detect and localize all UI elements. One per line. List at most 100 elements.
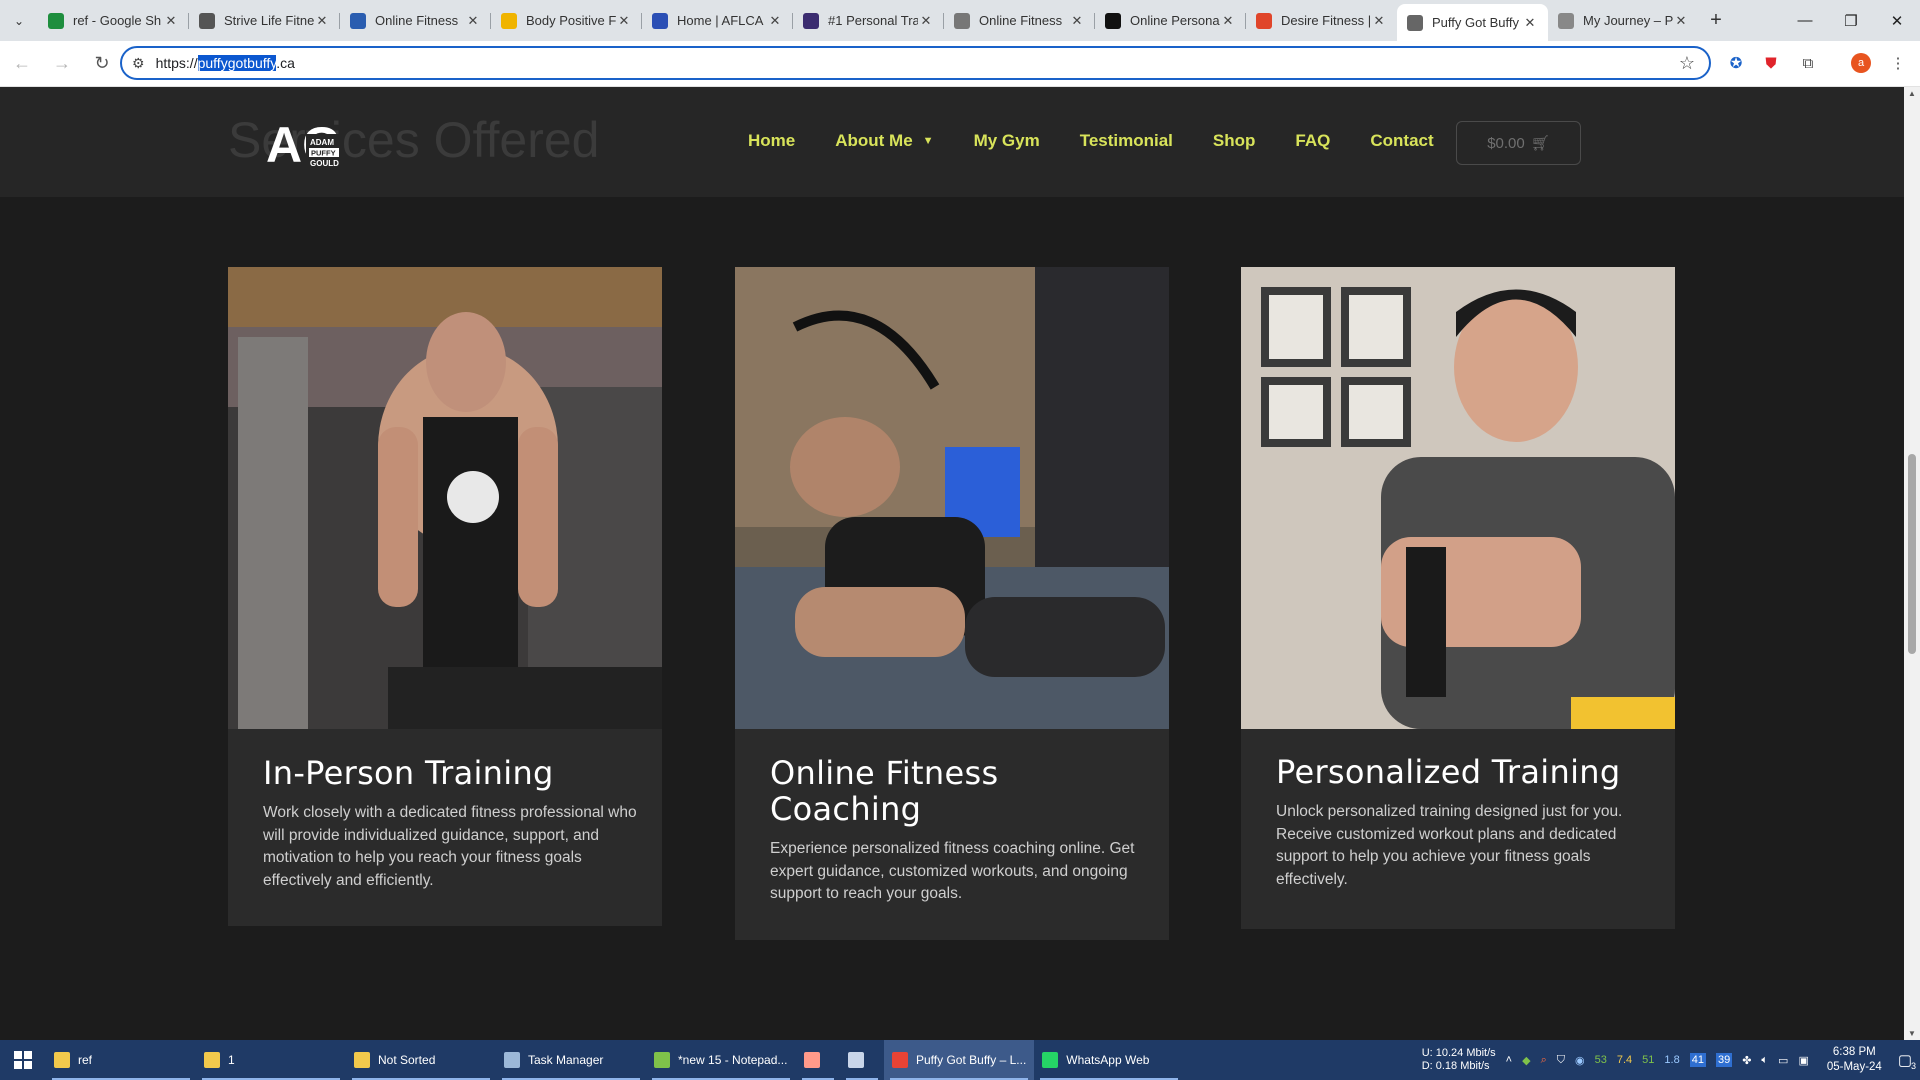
logo-text-line1: ADAM [310, 138, 334, 147]
reload-button[interactable]: ↻ [84, 46, 120, 82]
url-text[interactable]: https://puffygotbuffy.ca [156, 55, 295, 71]
nav-link-contact[interactable]: Contact [1370, 131, 1433, 151]
taskbar-item[interactable] [796, 1040, 840, 1080]
trainer-photo-personalized [1241, 267, 1675, 729]
service-card-online-coaching: Online Fitness Coaching Experience perso… [735, 267, 1169, 940]
taskbar-item[interactable]: WhatsApp Web [1034, 1040, 1184, 1080]
close-tab-icon[interactable]: ✕ [918, 13, 934, 29]
close-tab-icon[interactable]: ✕ [1522, 15, 1538, 31]
close-tab-icon[interactable]: ✕ [1069, 13, 1085, 29]
tray-app-icon[interactable]: ◆ [1522, 1054, 1530, 1067]
cart-button[interactable]: $0.00 🛒︎ [1456, 121, 1581, 165]
close-tab-icon[interactable]: ✕ [314, 13, 330, 29]
shield-extension-icon[interactable]: ⛊ [1759, 51, 1783, 75]
browser-tab[interactable]: Puffy Got Buffy ✕ [1397, 4, 1548, 41]
clock-time: 6:38 PM [1832, 1046, 1876, 1058]
chevron-down-icon[interactable]: ▼ [923, 135, 934, 147]
notepad-icon [654, 1052, 670, 1068]
new-tab-button[interactable]: + [1699, 4, 1733, 37]
taskbar-item[interactable]: Puffy Got Buffy – L... [884, 1040, 1035, 1080]
clock[interactable]: 6:38 PM 05-May-24 [1827, 1045, 1882, 1075]
tray-stat-1: 53 [1594, 1054, 1607, 1066]
browser-tab[interactable]: Online Fitness ✕ [340, 4, 491, 37]
network-icon[interactable]: ▣ [1798, 1054, 1808, 1067]
taskbar-item[interactable]: Task Manager [496, 1040, 646, 1080]
notification-center-icon[interactable]: ▢ 3 [1898, 1051, 1916, 1071]
close-tab-icon[interactable]: ✕ [163, 13, 179, 29]
site-settings-icon[interactable]: ⚙ [132, 55, 145, 72]
service-description: Work closely with a dedicated fitness pr… [263, 804, 637, 889]
volume-icon[interactable]: 🔈︎ [1761, 1054, 1768, 1067]
browser-toolbar: ← → ↻ ⚙ https://puffygotbuffy.ca ☆ ✪ ⛊ ⧉… [0, 41, 1920, 87]
close-window-button[interactable]: ✕ [1874, 12, 1920, 30]
service-card-in-person: In-Person Training Work closely with a d… [228, 267, 662, 926]
taskbar-item[interactable]: *new 15 - Notepad... [646, 1040, 796, 1080]
tray-badge-2[interactable]: 39 [1715, 1053, 1733, 1067]
browser-tab[interactable]: My Journey – P ✕ [1548, 4, 1699, 37]
chevron-up-icon[interactable]: ˄ [1506, 1054, 1512, 1066]
globe-tray-icon[interactable]: ◉ [1575, 1054, 1585, 1067]
nav-link-faq[interactable]: FAQ [1295, 131, 1330, 151]
nav-link-about-me[interactable]: About Me ▼ [835, 131, 933, 151]
start-button[interactable] [0, 1040, 46, 1080]
browser-tab[interactable]: Strive Life Fitne ✕ [189, 4, 340, 37]
battery-icon[interactable]: ▭ [1778, 1054, 1788, 1067]
taskbar-item-label: *new 15 - Notepad... [678, 1053, 788, 1067]
nav-link-label: Contact [1370, 131, 1434, 150]
site-header: Services Offered AG ADAM PUFFY GOULD Hom… [0, 87, 1904, 197]
taskbar-item[interactable]: ref [46, 1040, 196, 1080]
taskbar-item[interactable]: 1 [196, 1040, 346, 1080]
puzzle-icon[interactable]: ⧉ [1796, 51, 1820, 75]
taskbar-item-label: Task Manager [528, 1053, 604, 1067]
upload-speed: 10.24 Mbit/s [1435, 1047, 1496, 1059]
browser-tab[interactable]: Body Positive F ✕ [491, 4, 642, 37]
nav-link-my-gym[interactable]: My Gym [974, 131, 1040, 151]
kebab-menu-icon[interactable]: ⋮ [1886, 51, 1910, 75]
site-logo[interactable]: AG ADAM PUFFY GOULD [266, 114, 344, 170]
close-tab-icon[interactable]: ✕ [465, 13, 481, 29]
taskbar-item[interactable] [840, 1040, 884, 1080]
tab-title: Online Fitness [375, 13, 459, 28]
browser-tab[interactable]: #1 Personal Tra ✕ [793, 4, 944, 37]
scrollbar-thumb[interactable] [1908, 454, 1916, 654]
tab-title: ref - Google Sh [73, 13, 162, 28]
forward-button[interactable]: → [44, 46, 80, 82]
nav-link-shop[interactable]: Shop [1213, 131, 1256, 151]
restore-button[interactable]: ❐ [1828, 12, 1874, 30]
browser-tab[interactable]: Online Fitness ✕ [944, 4, 1095, 37]
taskbar-item[interactable]: Not Sorted [346, 1040, 496, 1080]
back-button[interactable]: ← [4, 46, 40, 82]
minimize-button[interactable]: — [1782, 12, 1828, 29]
address-bar[interactable]: ⚙ https://puffygotbuffy.ca ☆ [120, 46, 1711, 80]
tab-title: Puffy Got Buffy [1432, 15, 1519, 30]
service-description: Experience personalized fitness coaching… [770, 840, 1135, 902]
extension-icon[interactable]: ✪ [1724, 51, 1748, 75]
reload-icon: ↻ [94, 53, 110, 73]
nav-link-testimonial[interactable]: Testimonial [1080, 131, 1173, 151]
close-tab-icon[interactable]: ✕ [1673, 13, 1689, 29]
scroll-down-arrow-icon[interactable]: ▼ [1904, 1029, 1920, 1038]
browser-tab[interactable]: ref - Google Sh ✕ [38, 4, 189, 37]
download-label: D: [1421, 1060, 1433, 1072]
app-icon [804, 1052, 820, 1068]
circle-icon [954, 12, 970, 29]
nav-link-home[interactable]: Home [748, 131, 795, 151]
profile-avatar[interactable]: a [1849, 51, 1873, 75]
tray-badge-1[interactable]: 41 [1689, 1053, 1706, 1067]
scroll-up-arrow-icon[interactable]: ▲ [1904, 89, 1920, 98]
tab-title: Desire Fitness | [1281, 13, 1371, 28]
browser-tab[interactable]: Online Persona ✕ [1095, 4, 1246, 37]
search-tray-icon[interactable]: ⌕ [1541, 1054, 1547, 1067]
tab-search-button[interactable]: ⌄ [0, 0, 38, 41]
tray-widget-icon[interactable]: ✤ [1742, 1054, 1751, 1067]
browser-tab[interactable]: Home | AFLCA ✕ [642, 4, 793, 37]
page-scrollbar[interactable]: ▲ ▼ [1904, 87, 1920, 1040]
browser-tab[interactable]: Desire Fitness | ✕ [1246, 4, 1397, 37]
close-tab-icon[interactable]: ✕ [1220, 13, 1236, 29]
bookmark-star-icon[interactable]: ☆ [1679, 53, 1695, 74]
close-tab-icon[interactable]: ✕ [1371, 13, 1387, 29]
shield-tray-icon[interactable]: ⛉ [1557, 1054, 1565, 1067]
tab-title: Online Fitness [979, 13, 1063, 28]
close-tab-icon[interactable]: ✕ [767, 13, 783, 29]
close-tab-icon[interactable]: ✕ [616, 13, 632, 29]
